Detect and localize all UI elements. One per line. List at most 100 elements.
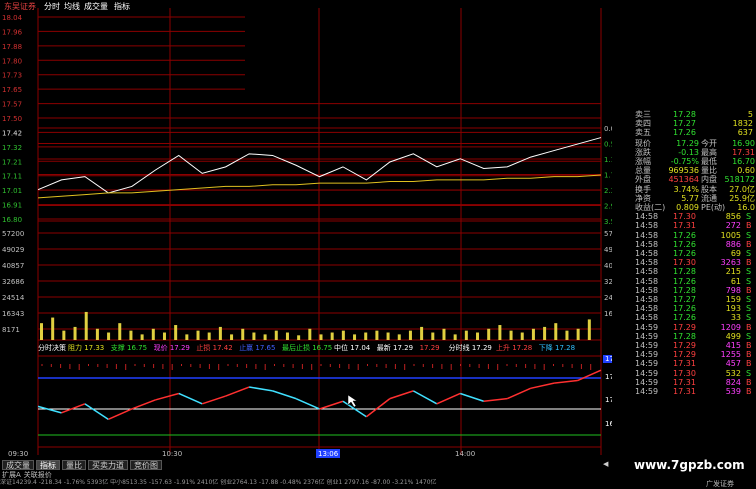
volume-tick-label: 57200: [2, 230, 24, 238]
volume-bar: [464, 330, 468, 340]
volume-bar: [95, 328, 99, 340]
indicator-segment: [272, 390, 297, 400]
volume-bar: [297, 335, 301, 340]
price-tick-label: 17.88: [2, 43, 22, 51]
indicator-header: 分时决策 阻力 17.33 支撑 16.75 现价 17.29 止损 17.42 止赢 1…: [38, 343, 575, 352]
volume-bar: [73, 326, 77, 340]
price-axis-right: 0.00% 0.59% 1.18% 1.77% 2.36% 2.95% 3.54%: [604, 125, 612, 226]
volume-tick-label: 8171: [2, 326, 20, 334]
price-tick-label: 18.04: [2, 14, 23, 22]
tick-row: 14:59 17.29 1209 B: [635, 322, 752, 332]
volume-bar: [408, 330, 412, 340]
tick-row: 14:58 17.30 856 S: [635, 212, 752, 222]
volume-axis-right: 57200 49029 40857 32686 24514 16343: [604, 230, 612, 318]
volume-tick-label-right: 32686: [604, 278, 612, 286]
volume-bar: [587, 319, 591, 340]
volume-bar: [509, 330, 513, 340]
volume-axis-left: 57200 49029 40857 32686 24514 16343 8171: [2, 230, 25, 334]
volume-bar: [397, 334, 401, 340]
watermark: www.7gpzb.com: [634, 458, 745, 472]
indicator-tick-label: 17.49: [605, 355, 612, 363]
volume-bar: [364, 332, 368, 340]
volume-tick-label-right: 24514: [604, 294, 612, 302]
price-tick-label: 17.01: [2, 187, 22, 195]
volume-bars: [40, 311, 591, 340]
right-scroll-arrow-icon[interactable]: ◀: [603, 460, 611, 469]
indicator-segment: [131, 399, 156, 410]
indicator-segment: [84, 403, 109, 420]
volume-bar: [51, 317, 55, 340]
ask-row: 卖三 17.28 5: [635, 110, 753, 119]
volume-bar: [353, 334, 357, 340]
indicator-item: 现价 17.29: [154, 344, 190, 352]
volume-bar: [453, 334, 457, 340]
indicator-segment: [155, 392, 179, 401]
volume-bar: [62, 330, 66, 340]
indicator-name: 分时决策: [38, 343, 66, 352]
bottom-tab-ext-a[interactable]: 扩展A: [2, 470, 21, 479]
volume-bar: [185, 334, 189, 340]
quote-stat-row: 总量 969536 量比 0.60: [635, 166, 755, 176]
indicator-tick-label: 16.84: [605, 420, 612, 428]
indicator-item: 支撑 16.75: [111, 343, 147, 352]
volume-tick-label-right: 49029: [604, 246, 612, 254]
pct-tick-label: 2.95%: [604, 203, 612, 211]
indicator-axis: 17.49 17.36 17.10 16.84: [603, 355, 612, 428]
price-tick-label: 17.80: [2, 57, 22, 65]
volume-tick-label: 40857: [2, 262, 24, 270]
pct-tick-label: 1.18%: [604, 156, 612, 164]
ask-row: 卖五 17.26 637: [635, 128, 753, 138]
volume-bar: [341, 330, 345, 340]
volume-bar: [118, 323, 122, 340]
indicator-segment: [389, 390, 414, 400]
quote-stat-row: 现价 17.29 今开 16.90: [635, 138, 755, 148]
quote-stat-row: 涨幅 -0.75% 最低 16.70: [635, 157, 755, 166]
intraday-chart[interactable]: 18.04 17.96 17.88 17.80 17.73 17.65 17.57 17.50…: [0, 0, 612, 470]
bottom-tab-indicator[interactable]: 指标: [36, 460, 60, 470]
volume-bar: [285, 332, 289, 340]
tick-row: 14:58 17.26 61 S: [635, 276, 752, 286]
volume-bar: [431, 332, 435, 340]
bottom-tab-volume[interactable]: 成交量: [2, 460, 34, 470]
status-bar: 深证14239.4 -218.34 -1.76% 5393亿 中小8513.35…: [0, 479, 756, 487]
volume-tick-label-right: 57200: [604, 230, 612, 238]
price-tick-label: 17.57: [2, 101, 22, 109]
indicator-item: 下降 17.28: [539, 343, 575, 352]
quote-stat-row: 换手 3.74% 股本 27.0亿: [635, 184, 755, 194]
bottom-tab-volume-ratio[interactable]: 量比: [62, 460, 86, 470]
indicator-segment: [530, 382, 555, 390]
volume-bar: [386, 332, 390, 340]
indicator-tick-label: 17.36: [605, 373, 612, 381]
volume-bar: [151, 328, 155, 340]
volume-bar: [218, 326, 222, 340]
price-tick-label: 17.73: [2, 72, 22, 80]
bottom-tabs-2: 扩展A 关联报价: [2, 470, 52, 479]
volume-tick-label-right: 40857: [604, 262, 612, 270]
bottom-tab-auction[interactable]: 竞价图: [130, 460, 162, 470]
indicator-segment: [61, 403, 86, 414]
volume-bar: [274, 330, 278, 340]
quote-stat-row: 涨跌 -0.13 最高 17.31: [635, 147, 755, 157]
tick-row: 14:58 17.26 69 S: [635, 249, 752, 258]
volume-tick-label: 49029: [2, 246, 24, 254]
indicator-segment: [319, 400, 344, 410]
ask-row: 卖四 17.27 1832: [635, 119, 753, 129]
bottom-tab-related[interactable]: 关联报价: [24, 470, 52, 479]
pct-tick-label: 0.00%: [604, 125, 612, 133]
volume-tick-label: 32686: [2, 278, 25, 286]
pct-tick-label: 0.59%: [604, 141, 612, 149]
price-tick-label: 16.91: [2, 202, 22, 210]
volume-bar: [263, 334, 267, 340]
tick-row: 14:58 17.31 272 B: [635, 221, 752, 231]
indicator-item: 中位 17.04: [334, 343, 371, 352]
price-tick-label: 17.32: [2, 144, 22, 152]
quote-panel: 卖三 17.28 5 卖四 17.27 1832 卖五 17.26 637 现价 17.29 今开 16…: [633, 110, 756, 472]
status-bar-text: 深证14239.4 -218.34 -1.76% 5393亿 中小8513.35…: [0, 479, 437, 486]
volume-bar: [207, 332, 211, 340]
bottom-tab-buy-sell[interactable]: 买卖力道: [88, 460, 128, 470]
indicator-item: 分时线 17.29: [449, 343, 492, 352]
indicator-segment: [225, 386, 250, 397]
indicator-segment: [201, 395, 226, 405]
volume-bar: [252, 332, 256, 340]
tick-row: 14:59 17.30 532 S: [635, 368, 752, 378]
